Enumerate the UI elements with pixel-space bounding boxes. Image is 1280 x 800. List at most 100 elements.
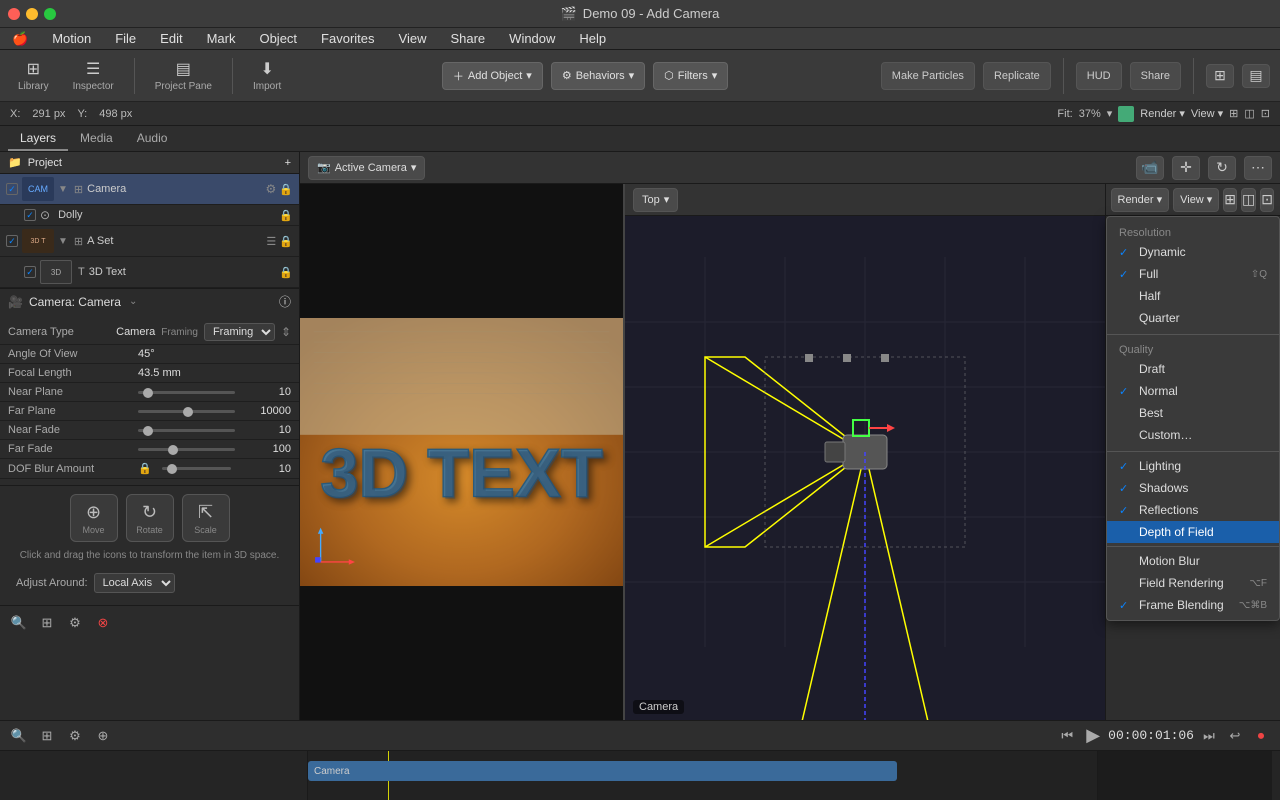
viewport-more-mode[interactable]: ⋯: [1244, 156, 1272, 180]
inspector-button[interactable]: ☰ Inspector: [65, 55, 122, 96]
layer-check-camera[interactable]: [6, 183, 18, 195]
import-button[interactable]: ⬇ Import: [245, 55, 289, 96]
grid-tool-icon[interactable]: ⚙: [64, 725, 86, 747]
minimize-button[interactable]: [26, 8, 38, 20]
hud-button[interactable]: HUD: [1076, 62, 1122, 90]
traffic-lights[interactable]: [8, 8, 56, 20]
near-plane-slider-area[interactable]: [138, 391, 235, 394]
far-plane-slider-area[interactable]: [138, 410, 235, 413]
layout-expand-btn[interactable]: ⊡: [1260, 188, 1274, 212]
menu-share[interactable]: Share: [446, 31, 489, 46]
3dtext-lock-icon[interactable]: 🔒: [279, 266, 293, 279]
add-icon[interactable]: ⊞: [36, 612, 58, 634]
quality-normal[interactable]: Normal: [1107, 380, 1279, 402]
grid-view-button[interactable]: ⊞: [1206, 64, 1234, 88]
option-lighting[interactable]: Lighting: [1107, 455, 1279, 477]
option-reflections[interactable]: Reflections: [1107, 499, 1279, 521]
resolution-full[interactable]: Full ⇧Q: [1107, 263, 1279, 285]
view-dropdown-btn[interactable]: View ▾: [1173, 188, 1219, 212]
far-fade-slider-area[interactable]: [138, 448, 235, 451]
quality-draft[interactable]: Draft: [1107, 358, 1279, 380]
menu-edit[interactable]: Edit: [156, 31, 186, 46]
dolly-lock-icon[interactable]: 🔒: [279, 209, 293, 222]
menu-mark[interactable]: Mark: [203, 31, 240, 46]
play-icon[interactable]: ▶: [1082, 725, 1104, 747]
menu-file[interactable]: File: [111, 31, 140, 46]
camera-info-btn[interactable]: ⓘ: [279, 293, 291, 310]
menu-favorites[interactable]: Favorites: [317, 31, 378, 46]
camera-expand-arrow[interactable]: ▼: [58, 184, 68, 195]
forward-icon[interactable]: ⏭: [1198, 725, 1220, 747]
camera-settings-icon[interactable]: ⚙: [266, 182, 277, 196]
library-button[interactable]: ⊞ Library: [10, 55, 57, 96]
camera-track-bar[interactable]: Camera: [308, 761, 897, 781]
quality-custom[interactable]: Custom…: [1107, 424, 1279, 446]
resolution-quarter[interactable]: Quarter: [1107, 307, 1279, 329]
viewport-3d[interactable]: Top ▾: [625, 184, 1105, 720]
fit-chevron[interactable]: ▾: [1107, 107, 1113, 120]
render-button[interactable]: Render ▾: [1140, 107, 1185, 120]
layout-grid-btn[interactable]: ⊞: [1223, 188, 1237, 212]
layer-check-dolly[interactable]: [24, 209, 36, 221]
render-dropdown-btn[interactable]: Render ▾: [1111, 188, 1170, 212]
top-view-button[interactable]: Top ▾: [633, 188, 678, 212]
share-button[interactable]: Share: [1130, 62, 1181, 90]
option-motion-blur[interactable]: Motion Blur: [1107, 550, 1279, 572]
near-fade-slider-area[interactable]: [138, 429, 235, 432]
viewport-transform-mode[interactable]: ✛: [1172, 156, 1200, 180]
timeline-track[interactable]: Camera: [308, 751, 1097, 800]
adjust-select[interactable]: Local Axis: [94, 573, 175, 593]
replicate-button[interactable]: Replicate: [983, 62, 1051, 90]
settings-icon[interactable]: ⚙: [64, 612, 86, 634]
menu-view[interactable]: View: [395, 31, 431, 46]
option-frame-blending[interactable]: Frame Blending ⌥⌘B: [1107, 594, 1279, 616]
aset-list-icon[interactable]: ☰: [266, 235, 276, 248]
search-tool-icon[interactable]: 🔍: [8, 725, 30, 747]
layer-check-3dtext[interactable]: [24, 266, 36, 278]
menu-object[interactable]: Object: [255, 31, 301, 46]
menu-apple[interactable]: 🍎: [8, 31, 32, 47]
transform-tool-icon[interactable]: ⊕: [92, 725, 114, 747]
menu-window[interactable]: Window: [505, 31, 559, 46]
tab-audio[interactable]: Audio: [125, 127, 180, 151]
close-button[interactable]: [8, 8, 20, 20]
framing-select[interactable]: Framing: [204, 323, 275, 341]
project-pane-button[interactable]: ▤ Project Pane: [147, 55, 220, 96]
layer-item-dolly[interactable]: ⊙ Dolly 🔒: [0, 205, 299, 226]
layout-button[interactable]: ▤: [1242, 64, 1270, 88]
layers-tool-icon[interactable]: ⊞: [36, 725, 58, 747]
view-layout-btn[interactable]: ◫: [1244, 107, 1254, 120]
move-button[interactable]: ⊕ Move: [70, 494, 118, 542]
make-particles-button[interactable]: Make Particles: [881, 62, 975, 90]
loop-icon[interactable]: ↩: [1224, 725, 1246, 747]
dof-slider-area[interactable]: [162, 467, 231, 470]
menu-motion[interactable]: Motion: [48, 31, 95, 46]
layer-check-aset[interactable]: [6, 235, 18, 247]
camera-title-arrow[interactable]: ⌄: [129, 296, 137, 307]
viewport-rotate-mode[interactable]: ↻: [1208, 156, 1236, 180]
view-button[interactable]: View ▾: [1191, 107, 1223, 120]
resolution-half[interactable]: Half: [1107, 285, 1279, 307]
camera-lock-icon[interactable]: 🔒: [279, 183, 293, 196]
layer-item-3dtext[interactable]: 3D T 3D Text 🔒: [0, 257, 299, 288]
behaviors-button[interactable]: ⚙ Behaviors ▾: [551, 62, 645, 90]
aset-expand-arrow[interactable]: ▼: [58, 236, 68, 247]
option-dof[interactable]: Depth of Field: [1107, 521, 1279, 543]
fullscreen-button[interactable]: [44, 8, 56, 20]
layer-item-aset[interactable]: 3D T ▼ ⊞ A Set ☰ 🔒: [0, 226, 299, 257]
scale-button[interactable]: ⇱ Scale: [182, 494, 230, 542]
rotate-button[interactable]: ↻ Rotate: [126, 494, 174, 542]
option-field-rendering[interactable]: Field Rendering ⌥F: [1107, 572, 1279, 594]
viewport-main[interactable]: 3D TEXT 3D TEXT: [300, 184, 625, 720]
view-expand-btn[interactable]: ⊡: [1261, 107, 1270, 120]
add-object-button[interactable]: ＋ Add Object ▾: [442, 62, 543, 90]
filters-button[interactable]: ⬡ Filters ▾: [653, 62, 728, 90]
color-picker[interactable]: [1118, 106, 1134, 122]
rewind-icon[interactable]: ⏮: [1056, 725, 1078, 747]
aset-lock-icon[interactable]: 🔒: [279, 235, 293, 248]
tab-media[interactable]: Media: [68, 127, 125, 151]
viewport-camera-mode[interactable]: 📹: [1136, 156, 1164, 180]
search-icon[interactable]: 🔍: [8, 612, 30, 634]
layers-add-icon[interactable]: +: [285, 157, 291, 169]
record-icon[interactable]: ⏺: [1250, 725, 1272, 747]
